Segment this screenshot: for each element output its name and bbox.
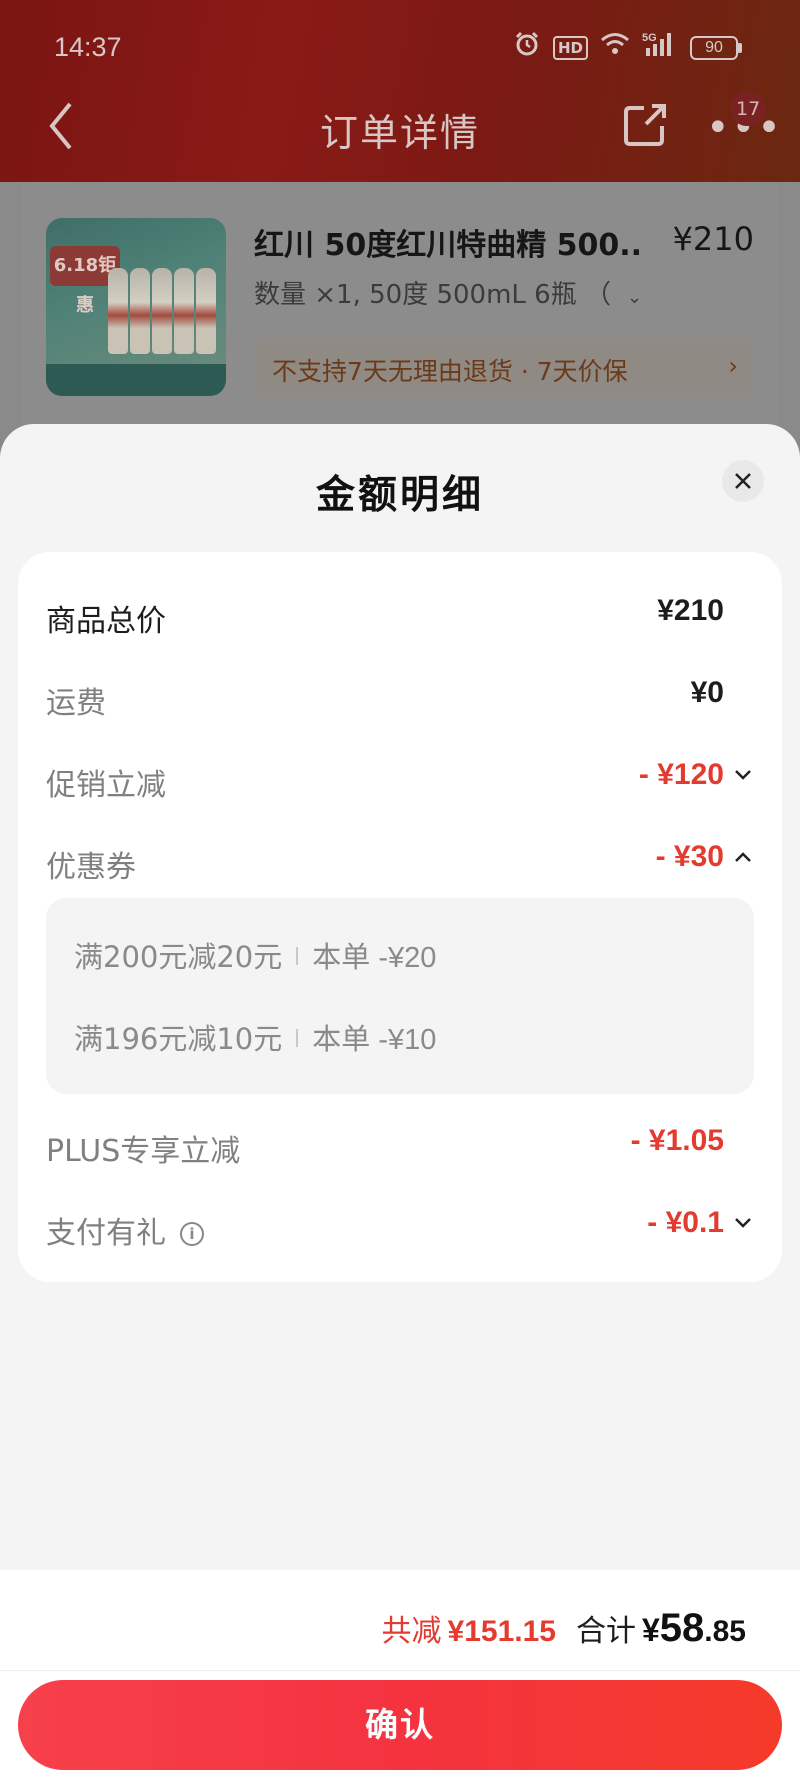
coupon-amount: 本单 -¥20 [312, 942, 437, 974]
row-shipping: 运费 ¥0 [46, 672, 754, 722]
battery-level: 90 [690, 36, 738, 60]
signal-5g-icon: 5G [642, 30, 678, 66]
row-value: - ¥30 [655, 840, 724, 873]
total-label: 合计 [575, 1614, 636, 1649]
saved-label: 共减 [381, 1614, 442, 1649]
row-value: - ¥120 [638, 758, 724, 791]
page-title: 订单详情 [319, 111, 480, 155]
coupon-item: 满196元减10元 本单 -¥10 [74, 1016, 436, 1058]
row-payment-gift[interactable]: 支付有礼 i - ¥0.1 [46, 1202, 754, 1252]
share-icon[interactable] [622, 100, 670, 148]
status-icons: HD 5G 90 [513, 30, 742, 66]
wifi-icon [600, 31, 630, 65]
row-value: - ¥0.1 [647, 1206, 724, 1239]
row-goods-total: 商品总价 ¥210 [46, 590, 754, 640]
product-price: ¥210 [672, 220, 754, 258]
policy-text: 不支持7天无理由退货 · 7天价保 [272, 357, 628, 386]
row-value: ¥0 [690, 676, 724, 709]
row-label: PLUS专享立减 [46, 1134, 241, 1169]
service-policy-strip[interactable]: 不支持7天无理由退货 · 7天价保 › [254, 338, 754, 398]
info-icon[interactable]: i [180, 1222, 204, 1246]
sheet-title: 金额明细 [315, 473, 484, 518]
row-value: - ¥1.05 [630, 1124, 724, 1157]
coupon-amount: 本单 -¥10 [312, 1024, 437, 1056]
alarm-icon [513, 30, 541, 66]
row-label: 运费 [46, 686, 106, 721]
amount-detail-card: 商品总价 ¥210 运费 ¥0 促销立减 - ¥120 优惠券 - ¥30 满2… [18, 552, 782, 1282]
chevron-down-icon[interactable] [732, 764, 754, 786]
row-label: 优惠券 [46, 850, 136, 885]
notification-badge: 17 [730, 92, 767, 126]
chevron-down-icon[interactable] [732, 1212, 754, 1234]
total-integer: 58 [659, 1606, 705, 1650]
close-icon [735, 473, 751, 489]
coupon-item: 满200元减20元 本单 -¥20 [74, 934, 436, 976]
coupon-rule: 满200元减20元 [74, 940, 283, 974]
coupon-detail-box: 满200元减20元 本单 -¥20 满196元减10元 本单 -¥10 [46, 898, 754, 1094]
status-time: 14:37 [54, 32, 122, 62]
product-spec[interactable]: 数量 ×1, 50度 500mL 6瓶 （ ⌄ [254, 274, 642, 311]
chevron-right-icon: › [728, 352, 738, 380]
saved-value: ¥151.15 [447, 1615, 556, 1648]
coupon-rule: 满196元减10元 [74, 1022, 283, 1056]
network-label: 5G [642, 32, 657, 44]
battery-icon: 90 [690, 36, 742, 60]
product-thumbnail[interactable]: 6.18钜惠 [46, 218, 226, 396]
row-promotion[interactable]: 促销立减 - ¥120 [46, 754, 754, 804]
total-decimal: .85 [704, 1615, 746, 1648]
total-currency: ¥ [641, 1612, 660, 1648]
row-value: ¥210 [657, 594, 724, 627]
row-label-text: 支付有礼 [46, 1216, 166, 1251]
row-label: 促销立减 [46, 768, 166, 803]
nav-bar: 订单详情 ••• 17 [0, 92, 800, 162]
product-spec-text: 数量 ×1, 50度 500mL 6瓶 （ [254, 280, 611, 310]
close-button[interactable] [722, 460, 764, 502]
row-label: 支付有礼 i [46, 1208, 204, 1252]
checkout-footer: 共减 ¥151.15 合计 ¥ 58 .85 确认 [0, 1570, 800, 1788]
row-coupon[interactable]: 优惠券 - ¥30 [46, 836, 754, 886]
price-summary: 共减 ¥151.15 合计 ¥ 58 .85 [382, 1606, 746, 1651]
chevron-down-icon: ⌄ [626, 287, 643, 308]
hd-icon: HD [552, 36, 588, 60]
row-label: 商品总价 [46, 604, 166, 639]
confirm-button[interactable]: 确认 [18, 1680, 782, 1770]
product-title[interactable]: 红川 50度红川特曲精 500... [254, 220, 644, 264]
divider [0, 1670, 800, 1671]
chevron-up-icon[interactable] [732, 846, 754, 868]
row-plus-discount: PLUS专享立减 - ¥1.05 [46, 1120, 754, 1170]
status-bar: 14:37 HD 5G 90 [0, 28, 800, 68]
